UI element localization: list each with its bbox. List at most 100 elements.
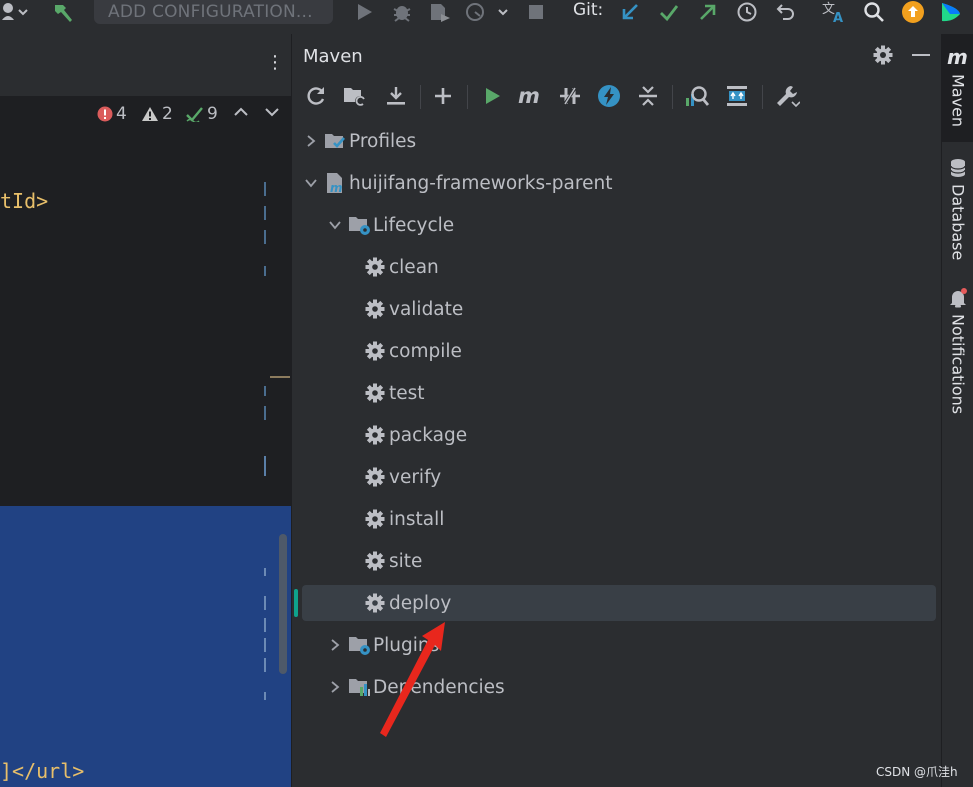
generate-sources-icon[interactable] [341, 82, 369, 110]
build-hammer-icon[interactable] [50, 0, 78, 24]
coverage-icon[interactable] [428, 0, 452, 24]
analyze-dependencies-icon[interactable] [683, 82, 711, 110]
editor-area: ⋮ 4 2 9 tId>]</url> [0, 34, 291, 787]
lifecycle-goal-package[interactable]: package [302, 417, 936, 453]
chevron-down-icon[interactable] [326, 219, 344, 231]
editor-tab-bar: ⋮ [0, 34, 291, 97]
weak-warning-icon [186, 107, 203, 122]
profile-icon[interactable] [464, 0, 510, 24]
maven-tool-window: Maven m Profiles m huijifang-frameworks-… [291, 34, 942, 787]
svg-text:m: m [330, 181, 343, 194]
debug-icon[interactable] [390, 0, 414, 24]
tree-label: Dependencies [373, 676, 505, 698]
goal-label: site [389, 550, 423, 572]
lifecycle-goal-validate[interactable]: validate [302, 291, 936, 327]
gear-icon[interactable] [873, 45, 893, 65]
chevron-right-icon[interactable] [326, 638, 344, 652]
lifecycle-goal-deploy[interactable]: deploy [302, 585, 936, 621]
git-commit-icon[interactable] [657, 0, 681, 24]
search-icon[interactable] [862, 0, 886, 24]
tab-notifications[interactable]: Notifications [942, 288, 973, 414]
lifecycle-goal-site[interactable]: site [302, 543, 936, 579]
history-icon[interactable] [735, 0, 759, 24]
gear-icon [364, 550, 386, 572]
lifecycle-goal-test[interactable]: test [302, 375, 936, 411]
goal-label: clean [389, 256, 439, 278]
selection-marker [294, 589, 298, 617]
tab-label: Maven [948, 74, 968, 128]
add-configuration-label: ADD CONFIGURATION... [108, 2, 313, 22]
git-push-icon[interactable] [696, 0, 720, 24]
run-maven-icon[interactable] [478, 82, 506, 110]
collapse-all-icon[interactable] [634, 82, 662, 110]
run-icon[interactable] [352, 0, 376, 24]
update-icon[interactable] [900, 0, 926, 24]
tab-maven[interactable]: m Maven [942, 34, 973, 142]
weak-warning-count[interactable]: 9 [186, 104, 218, 124]
translate-icon[interactable]: 文A [821, 0, 847, 24]
svg-text:A: A [833, 11, 843, 24]
tree-node-dependencies[interactable]: Dependencies [302, 669, 936, 705]
skip-tests-icon[interactable] [595, 82, 623, 110]
chevron-right-icon[interactable] [302, 134, 320, 148]
gutter-change-mark [264, 596, 266, 610]
git-update-icon[interactable] [618, 0, 642, 24]
next-highlight-icon[interactable] [264, 104, 283, 120]
lifecycle-goal-install[interactable]: install [302, 501, 936, 537]
tree-node-lifecycle[interactable]: Lifecycle [302, 207, 936, 243]
stop-icon[interactable] [525, 0, 547, 24]
svg-text:m: m [947, 46, 968, 68]
maven-goal-icon[interactable]: m [517, 82, 545, 110]
lifecycle-goal-verify[interactable]: verify [302, 459, 936, 495]
gutter-change-mark [264, 230, 266, 244]
toggle-offline-icon[interactable] [556, 82, 584, 110]
goal-label: test [389, 382, 425, 404]
tree-label: Profiles [349, 130, 417, 152]
code-line-url: ]</url> [0, 759, 85, 783]
profiles-folder-icon [324, 130, 346, 152]
chevron-down-icon[interactable] [302, 177, 320, 189]
hide-panel-icon[interactable] [912, 54, 930, 56]
gear-icon [364, 592, 386, 614]
rollback-icon[interactable] [774, 0, 798, 24]
main-toolbar: ADD CONFIGURATION... Git: 文A [0, 0, 973, 34]
tab-database[interactable]: Database [942, 158, 973, 260]
user-icon[interactable] [0, 0, 30, 24]
code-region[interactable]: tId> [0, 130, 291, 506]
gutter-change-mark [264, 692, 266, 700]
tree-node-project[interactable]: m huijifang-frameworks-parent [302, 165, 936, 201]
code-line-artifact-id: tId> [0, 189, 49, 213]
gear-icon [364, 508, 386, 530]
download-icon[interactable] [382, 82, 410, 110]
gear-icon [364, 466, 386, 488]
chevron-right-icon[interactable] [326, 680, 344, 694]
reload-icon[interactable] [302, 82, 330, 110]
database-icon [950, 159, 966, 177]
goal-label: package [389, 424, 468, 446]
weak-warning-count-label: 9 [207, 104, 218, 124]
editor-scrollbar[interactable] [279, 534, 287, 674]
settings-wrench-icon[interactable] [773, 82, 801, 110]
maven-title: Maven [303, 46, 363, 67]
maven-project-icon: m [324, 172, 346, 194]
inspection-widget[interactable]: 4 2 9 [0, 96, 291, 130]
error-count[interactable]: 4 [97, 104, 127, 124]
gutter-change-mark [264, 182, 266, 196]
lifecycle-goal-compile[interactable]: compile [302, 333, 936, 369]
maven-toolbar: m [292, 82, 942, 114]
code-selection[interactable]: ]</url> [0, 506, 291, 787]
warning-count[interactable]: 2 [141, 104, 173, 124]
editor-more-menu[interactable]: ⋮ [266, 54, 284, 72]
maven-icon: m [947, 46, 968, 68]
previous-highlight-icon[interactable] [233, 104, 252, 120]
add-configuration-button[interactable]: ADD CONFIGURATION... [94, 0, 333, 24]
tree-node-profiles[interactable]: Profiles [302, 123, 936, 159]
add-icon[interactable] [429, 82, 457, 110]
toolbar-separator [420, 85, 421, 109]
warning-icon [142, 107, 158, 121]
tree-node-plugins[interactable]: Plugins [302, 627, 936, 663]
lifecycle-goal-clean[interactable]: clean [302, 249, 936, 285]
show-diagram-icon[interactable] [723, 82, 751, 110]
gutter-change-mark [264, 638, 266, 652]
goal-label: verify [389, 466, 442, 488]
